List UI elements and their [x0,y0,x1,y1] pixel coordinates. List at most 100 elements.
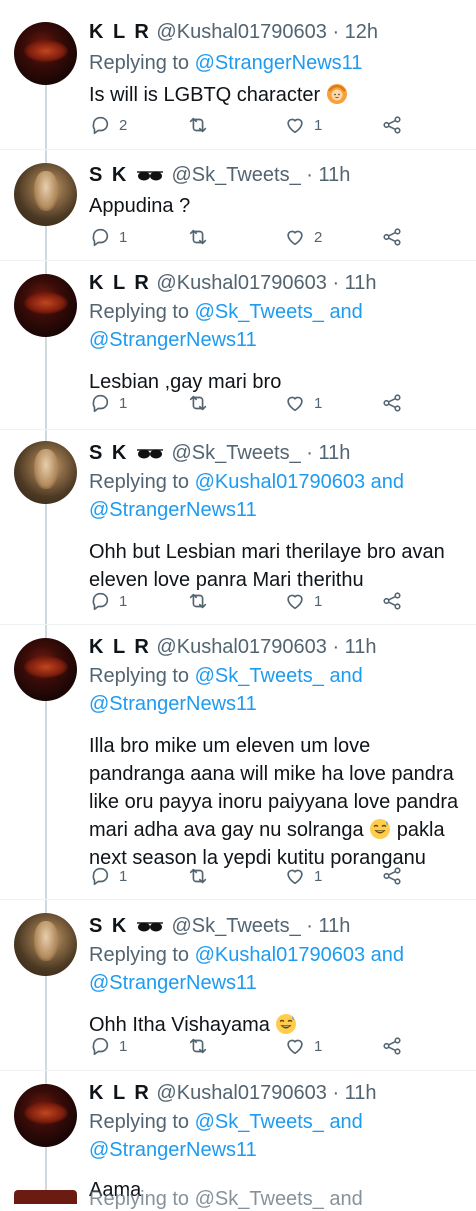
avatar[interactable] [14,638,77,701]
replying-to-label: Replying to [89,471,190,493]
tweet-actions: 1 1 [89,392,459,416]
user-handle[interactable]: @Kushal01790603 [156,1082,326,1104]
display-name[interactable]: K L R [89,21,151,43]
avatar[interactable] [14,1084,77,1147]
avatar[interactable] [14,441,77,504]
grinning-sweat-emoji [370,819,391,839]
mention-link[interactable]: @StrangerNews11 [89,693,257,715]
reply-button[interactable]: 1 [89,226,127,248]
display-name[interactable]: S K [89,442,128,464]
timestamp[interactable]: 11h [345,272,377,294]
avatar[interactable] [14,22,77,85]
timestamp[interactable]: 12h [345,21,378,43]
mention-link[interactable]: @StrangerNews11 [89,1139,257,1161]
user-handle[interactable]: @Sk_Tweets_ [171,442,300,464]
separator-dot: · [332,1082,340,1104]
share-button[interactable] [381,1035,403,1057]
timestamp[interactable]: 11h [319,164,351,186]
user-handle[interactable]: @Sk_Tweets_ [171,164,300,186]
like-button[interactable]: 1 [284,392,322,414]
reply-button[interactable]: 1 [89,865,127,887]
mention-link[interactable]: @Kushal01790603 [195,471,365,493]
timestamp[interactable]: 11h [345,636,377,658]
mention-link[interactable]: @Sk_Tweets_ [195,665,324,687]
sunglasses-emoji [136,921,163,932]
tweet-divider [0,899,476,900]
share-button[interactable] [381,590,403,612]
retweet-button[interactable] [187,392,209,414]
avatar[interactable] [14,274,77,337]
share-button[interactable] [381,865,403,887]
replying-and: and [329,665,363,687]
avatar[interactable] [14,163,77,226]
tweet-actions: 2 1 [89,114,459,138]
display-name[interactable]: S K [89,915,128,937]
replying-to: Replying to @Sk_Tweets_ and @StrangerNew… [89,298,464,354]
separator-dot: · [306,915,313,937]
share-icon [383,867,401,885]
reply-button[interactable]: 1 [89,1035,127,1057]
retweet-button[interactable] [187,226,209,248]
mention-link[interactable]: @StrangerNews11 [195,52,363,74]
tweet-text-line: Lesbian ,gay mari bro [89,371,282,393]
avatar[interactable] [14,1190,77,1204]
mention-link[interactable]: @Sk_Tweets_ [195,301,324,323]
share-icon [383,394,401,412]
reply-icon [92,394,109,413]
replying-and: and [370,944,405,966]
tweet-text-line: Illa bro mike um eleven um love [89,735,371,757]
user-handle[interactable]: @Kushal01790603 [156,636,326,658]
like-button[interactable]: 1 [284,590,322,612]
avatar[interactable] [14,913,77,976]
user-handle[interactable]: @Kushal01790603 [156,21,326,43]
retweet-button[interactable] [187,590,209,612]
user-handle[interactable]: @Kushal01790603 [156,272,326,294]
retweet-button[interactable] [187,114,209,136]
replying-to-label: Replying to [89,1111,190,1133]
tweet-header: S K @Sk_Tweets_ · 11h [89,440,464,466]
tweet-text: Ohh but Lesbian mari therilaye bro avan … [89,538,464,594]
tweet-text: Is will is LGBTQ character [89,81,464,109]
like-button[interactable]: 1 [284,865,322,887]
reply-button[interactable]: 1 [89,590,127,612]
mention-link[interactable]: @StrangerNews11 [89,329,257,351]
tweet-text-line: mari adha ava gay nu solranga [89,819,364,841]
user-handle[interactable]: @Sk_Tweets_ [171,915,300,937]
sunglasses-emoji [136,448,163,459]
like-button[interactable]: 2 [284,226,322,248]
retweet-icon [189,117,207,133]
tweet-text-line: Ohh Itha Vishayama [89,1014,270,1036]
like-count: 2 [314,228,323,246]
timestamp[interactable]: 11h [319,442,351,464]
tweet-text-line: eleven love panra Mari therithu [89,569,364,591]
mention-link[interactable]: @StrangerNews11 [89,972,257,994]
replying-and: and [370,471,405,493]
like-button[interactable]: 1 [284,1035,322,1057]
display-name[interactable]: K L R [89,272,151,294]
reply-button[interactable]: 2 [89,114,127,136]
share-button[interactable] [381,226,403,248]
like-button[interactable]: 1 [284,114,322,136]
display-name[interactable]: K L R [89,1082,151,1104]
tweet-divider [0,260,476,261]
heart-icon [287,396,303,412]
share-button[interactable] [381,114,403,136]
retweet-button[interactable] [187,1035,209,1057]
timestamp[interactable]: 11h [345,1082,377,1104]
separator-dot: · [306,442,313,464]
retweet-button[interactable] [187,865,209,887]
mention-link[interactable]: @Kushal01790603 [195,944,365,966]
replying-to-label: Replying to [89,944,190,966]
tweet-header: K L R @Kushal01790603 · 11h [89,270,464,296]
display-name[interactable]: S K [89,164,128,186]
mention-link[interactable]: @StrangerNews11 [89,499,257,521]
display-name[interactable]: K L R [89,636,151,658]
mention-link[interactable]: @Sk_Tweets_ [195,1111,324,1133]
replying-to-label: Replying to [89,52,190,74]
reply-icon [92,1037,109,1056]
replying-to: Replying to @Sk_Tweets_ and @StrangerNew… [89,1108,464,1164]
share-button[interactable] [381,392,403,414]
timestamp[interactable]: 11h [319,915,351,937]
reply-count: 1 [119,592,128,610]
reply-button[interactable]: 1 [89,392,127,414]
